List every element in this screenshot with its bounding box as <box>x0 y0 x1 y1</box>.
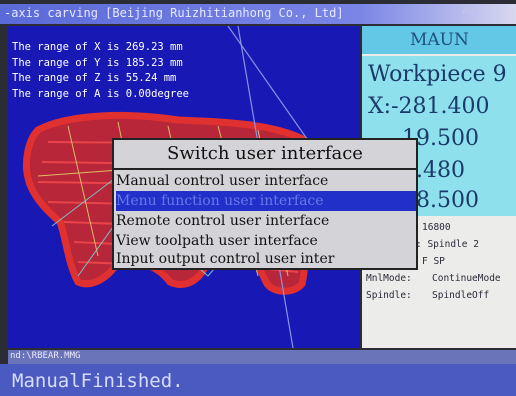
feed-label: F SP <box>422 256 445 267</box>
cnc-screen: -axis carving [Beijing Ruizhitianhong Co… <box>0 0 516 396</box>
workpiece-label: Workpiece 9 <box>368 62 507 87</box>
mode-header: MAUN <box>362 26 516 54</box>
menu-item-input-output-control[interactable]: Input output control user inter <box>116 249 416 269</box>
mode-label: MAUN <box>410 30 469 50</box>
file-path: nd:\RBEAR.MMG <box>10 351 81 361</box>
mnlmode-value: ContinueMode <box>432 273 501 284</box>
range-z-text: The range of Z is 55.24 mm <box>12 72 177 84</box>
file-path-bar: nd:\RBEAR.MMG <box>8 350 516 364</box>
spindle-select-value: : Spindle 2 <box>416 239 479 250</box>
switch-interface-dialog: Switch user interface Manual control use… <box>112 138 418 270</box>
menu-item-manual-control[interactable]: Manual control user interface <box>116 171 416 191</box>
title-corner-text: AU <box>462 6 475 17</box>
spindle-state-value: SpindleOff <box>432 290 490 301</box>
dialog-title: Switch user interface <box>167 143 363 164</box>
range-a-text: The range of A is 0.00degree <box>12 87 190 100</box>
x-coordinate: X:-281.400 <box>368 94 490 119</box>
range-x-text: The range of X is 269.23 mm <box>12 41 183 53</box>
window-title: -axis carving [Beijing Ruizhitianhong Co… <box>4 6 344 20</box>
range-y-text: The range of Y is 185.23 mm <box>12 56 183 69</box>
dialog-divider <box>114 168 416 170</box>
menu-item-view-toolpath[interactable]: View toolpath user interface <box>116 231 416 251</box>
range-readouts: The range of X is 269.23 mm The range of… <box>12 40 189 102</box>
window-title-bar: -axis carving [Beijing Ruizhitianhong Co… <box>0 4 516 24</box>
status-bar: ManualFinished. <box>0 364 516 396</box>
spindle-state-label: Spindle: <box>366 290 412 301</box>
mnlmode-label: MnlMode: <box>366 273 412 284</box>
menu-item-menu-function[interactable]: Menu function user interface <box>116 191 416 211</box>
spindle-speed-value: 16800 <box>422 222 451 233</box>
status-message: ManualFinished. <box>12 370 184 392</box>
menu-item-remote-control[interactable]: Remote control user interface <box>116 211 416 231</box>
